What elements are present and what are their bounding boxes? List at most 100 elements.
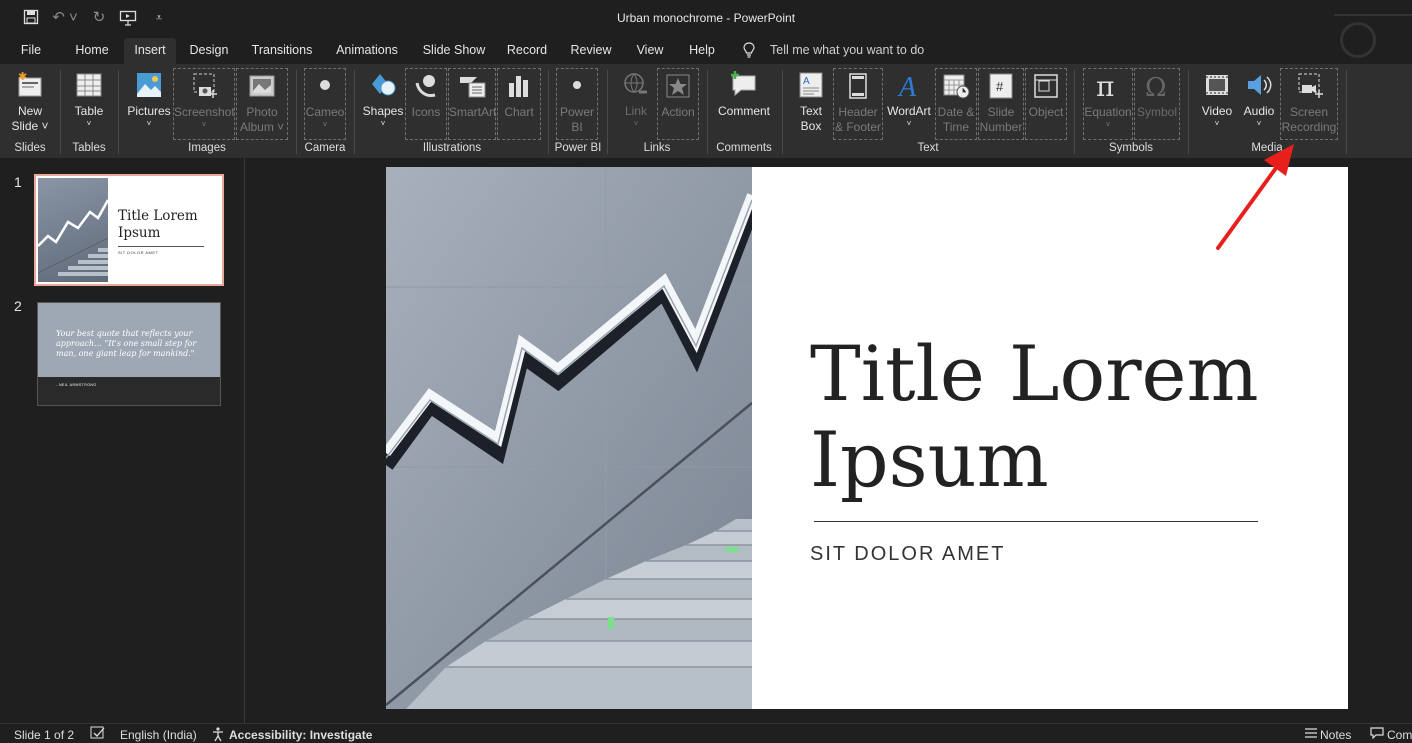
group-separator: [707, 70, 708, 154]
slide-canvas[interactable]: Title Lorem Ipsum SIT DOLOR AMET: [386, 167, 1348, 709]
chevron-down-icon: ˅: [633, 119, 639, 128]
group-symbols-label: Symbols: [1108, 142, 1154, 154]
ribbon-insert: ✱ New Slide ˅ Slides Table ˅ Tables Pict…: [0, 64, 1412, 158]
group-comments-label: Comments: [716, 142, 772, 154]
link-icon: [624, 73, 647, 94]
icons-icon: [415, 75, 436, 97]
thumbnail-quote: Your best quote that reflects your appro…: [56, 329, 197, 358]
cameo-button[interactable]: Cameo ˅: [304, 68, 346, 140]
new-slide-button[interactable]: ✱ New Slide ˅: [8, 68, 52, 140]
tab-animations[interactable]: Animations: [331, 38, 403, 64]
svg-text:A: A: [803, 76, 810, 87]
group-separator: [548, 70, 549, 154]
group-camera-label: Camera: [304, 142, 346, 154]
slide-number-button[interactable]: # Slide Number: [978, 68, 1024, 140]
tab-design[interactable]: Design: [184, 38, 234, 64]
video-icon: [1206, 75, 1228, 95]
tab-transitions[interactable]: Transitions: [248, 38, 316, 64]
wordart-icon: A: [897, 72, 917, 100]
tab-record[interactable]: Record: [503, 38, 551, 64]
slide-thumbnail-2[interactable]: Your best quote that reflects your appro…: [37, 302, 221, 406]
header-footer-icon: [849, 73, 867, 99]
date-time-button[interactable]: Date & Time: [935, 68, 977, 140]
slide-subtitle[interactable]: SIT DOLOR AMET: [810, 543, 1005, 566]
comments-icon[interactable]: [1370, 727, 1384, 742]
chevron-down-icon: ˅: [380, 119, 386, 128]
icons-button[interactable]: Icons: [405, 68, 447, 140]
tab-home[interactable]: Home: [70, 38, 114, 64]
comment-button[interactable]: Comment: [714, 68, 774, 140]
svg-text:Ω: Ω: [1145, 73, 1167, 101]
tab-insert[interactable]: Insert: [124, 38, 176, 64]
slide-title[interactable]: Title Lorem Ipsum: [810, 331, 1259, 503]
screenshot-button[interactable]: Screenshot ˅: [173, 68, 235, 140]
pictures-button[interactable]: Pictures ˅: [126, 68, 172, 140]
object-button[interactable]: Object: [1025, 68, 1067, 140]
link-button[interactable]: Link ˅: [616, 68, 656, 140]
thumbnail-number: 2: [14, 298, 22, 314]
svg-text:✱: ✱: [18, 71, 27, 83]
chevron-down-icon: ˅: [1256, 119, 1262, 128]
screen-recording-button[interactable]: Screen Recording: [1280, 68, 1338, 140]
tab-slide-show[interactable]: Slide Show: [418, 38, 490, 64]
header-footer-button[interactable]: Header & Footer: [833, 68, 883, 140]
comments-button[interactable]: Comm: [1387, 728, 1412, 742]
equation-icon: π: [1096, 71, 1114, 101]
tab-view[interactable]: View: [630, 38, 670, 64]
object-icon: [1034, 74, 1058, 98]
svg-text:#: #: [996, 79, 1004, 94]
slide-counter: Slide 1 of 2: [14, 728, 75, 742]
accessibility-status[interactable]: Accessibility: Investigate: [229, 728, 372, 742]
tab-help[interactable]: Help: [683, 38, 721, 64]
notes-icon[interactable]: [1304, 727, 1318, 742]
chevron-down-icon: ˅: [146, 119, 152, 128]
spell-check-icon[interactable]: [90, 726, 106, 743]
tell-me-search[interactable]: Tell me what you want to do: [770, 43, 924, 57]
chevron-down-icon: ˅: [1105, 120, 1111, 129]
pictures-icon: [137, 73, 161, 97]
audio-button[interactable]: Audio ˅: [1239, 68, 1279, 140]
chevron-down-icon: ˅: [1214, 119, 1220, 128]
svg-text:A: A: [897, 72, 917, 100]
tab-file[interactable]: File: [14, 38, 48, 64]
screenshot-icon: [193, 73, 217, 98]
accessibility-icon[interactable]: [210, 726, 226, 743]
window-title: Urban monochrome - PowerPoint: [616, 11, 796, 25]
annotation-arrow-icon: [1216, 144, 1294, 250]
action-icon: [666, 74, 690, 98]
power-bi-icon: [573, 81, 581, 89]
smartart-button[interactable]: SmartArt: [448, 68, 496, 140]
text-box-icon: A: [799, 72, 823, 98]
shapes-icon: [372, 74, 396, 96]
slide-number-icon: #: [989, 73, 1013, 99]
wordart-button[interactable]: A WordArt ˅: [884, 68, 934, 140]
text-box-button[interactable]: A Text Box: [790, 68, 832, 140]
symbol-button[interactable]: Ω Symbol: [1134, 68, 1180, 140]
language-indicator[interactable]: English (India): [120, 728, 197, 742]
cameo-icon: [320, 80, 330, 90]
equation-button[interactable]: π Equation ˅: [1083, 68, 1133, 140]
photo-album-button[interactable]: Photo Album ˅: [236, 68, 288, 140]
group-separator: [1346, 70, 1347, 154]
power-bi-button[interactable]: Power BI: [556, 68, 598, 140]
svg-text:π: π: [1096, 71, 1114, 101]
lightbulb-icon: [742, 42, 756, 61]
thumbnail-author: - NEIL ARMSTRONG: [56, 383, 97, 387]
group-separator: [1188, 70, 1189, 154]
table-button[interactable]: Table ˅: [68, 68, 110, 140]
group-tables-label: Tables: [72, 142, 106, 154]
slide-thumbnail-1[interactable]: Title Lorem Ipsum SIT DOLOR AMET: [34, 174, 224, 286]
slide-photo[interactable]: [386, 167, 752, 709]
chart-button[interactable]: Chart: [497, 68, 541, 140]
shapes-button[interactable]: Shapes ˅: [362, 68, 404, 140]
table-icon: [76, 73, 102, 97]
group-images-label: Images: [188, 142, 226, 154]
group-separator: [1074, 70, 1075, 154]
video-button[interactable]: Video ˅: [1196, 68, 1238, 140]
notes-button[interactable]: Notes: [1320, 728, 1351, 742]
chevron-down-icon: ˅: [322, 120, 328, 129]
group-power-bi-label: Power BI: [554, 142, 602, 154]
tab-review[interactable]: Review: [566, 38, 616, 64]
group-separator: [354, 70, 355, 154]
action-button[interactable]: Action: [657, 68, 699, 140]
